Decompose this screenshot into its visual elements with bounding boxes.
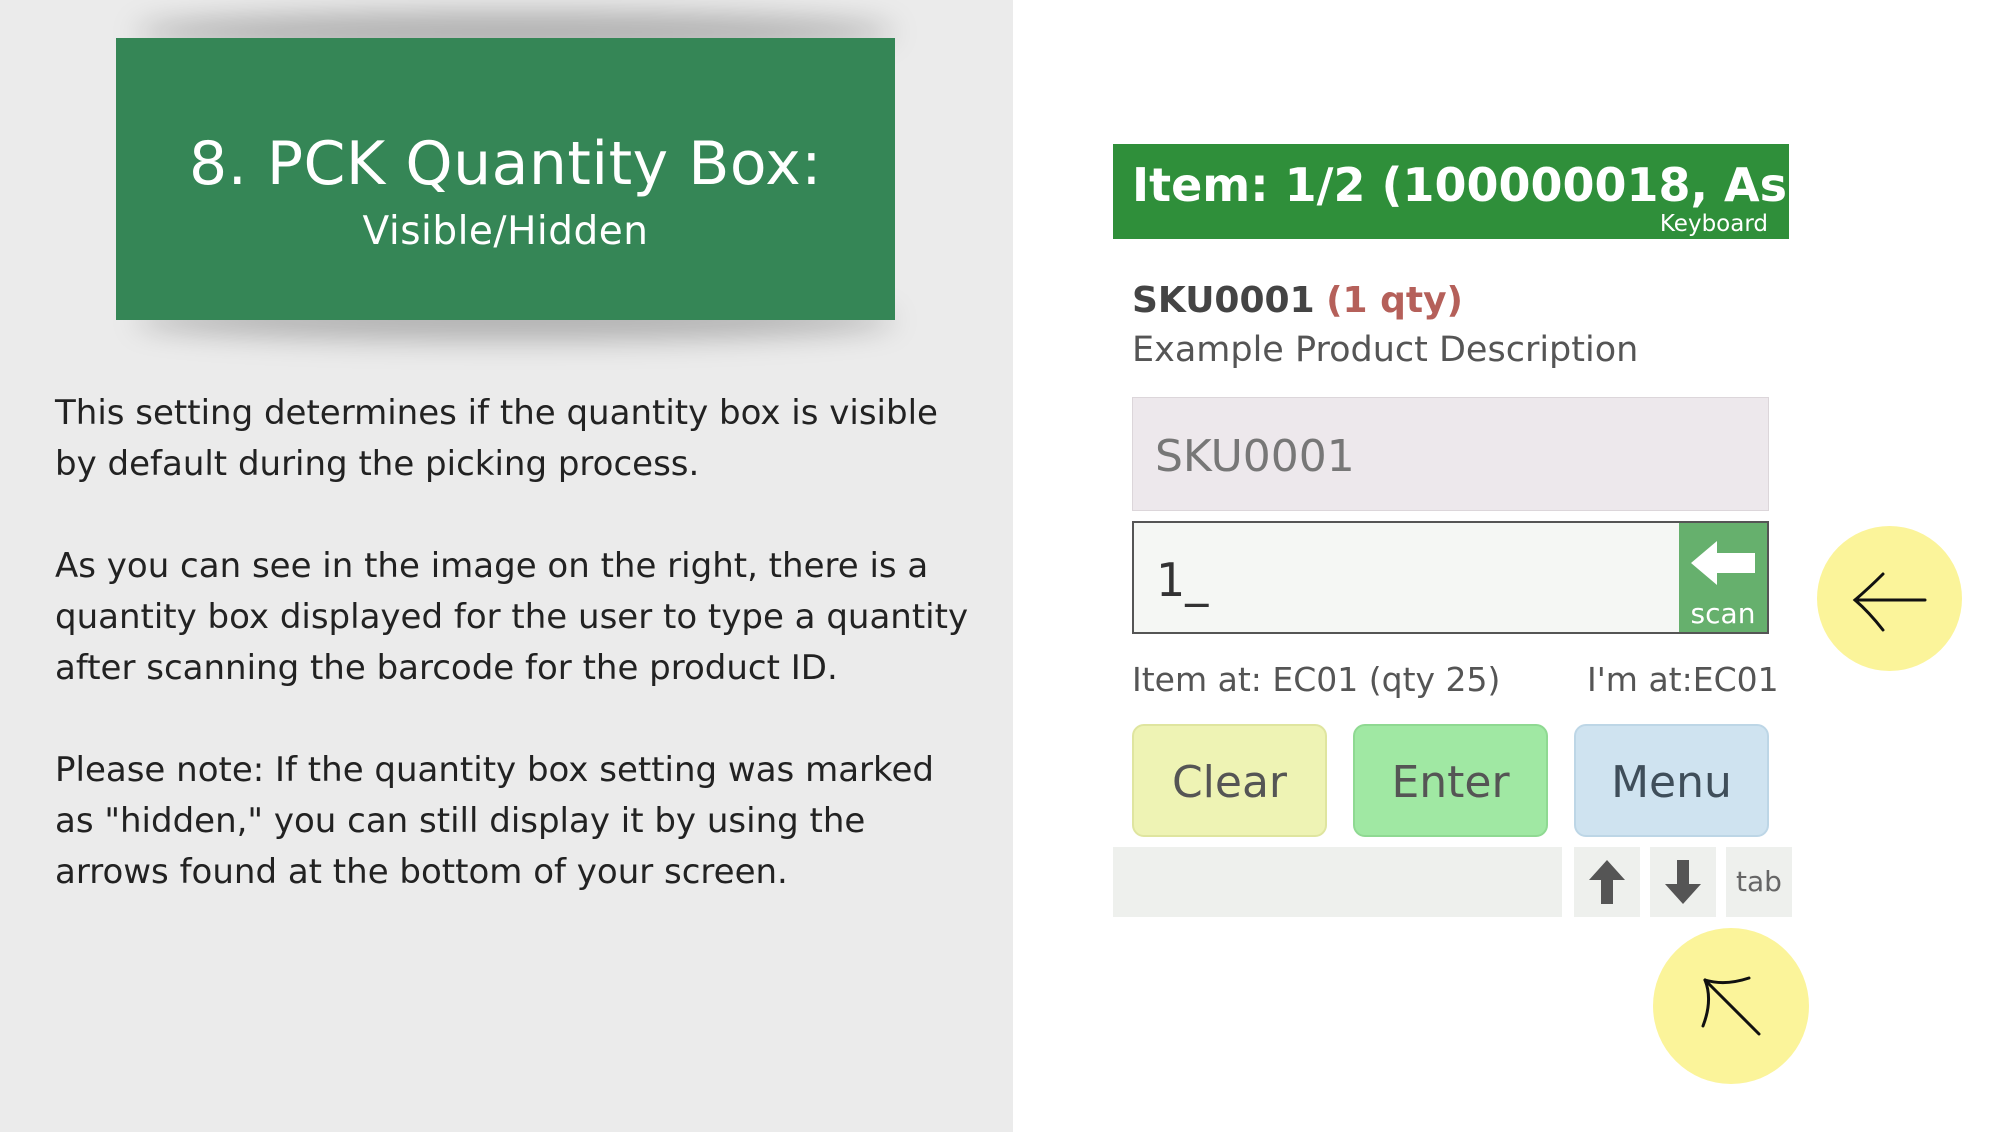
menu-button[interactable]: Menu (1574, 724, 1769, 837)
sku-line: SKU0001 (1 qty) (1132, 280, 1463, 321)
quantity-input[interactable]: 1_ (1132, 521, 1679, 634)
scan-label: scan (1690, 597, 1756, 630)
arrow-up-left-icon (1701, 976, 1761, 1036)
callout-arrow-buttons (1653, 928, 1809, 1084)
sku-code: SKU0001 (1132, 280, 1315, 321)
enter-button[interactable]: Enter (1353, 724, 1548, 837)
title-box: 8. PCK Quantity Box: Visible/Hidden (116, 38, 895, 320)
description-paragraph-2: As you can see in the image on the right… (55, 546, 969, 688)
callout-quantity-box (1817, 526, 1962, 671)
slide-subtitle: Visible/Hidden (362, 209, 649, 254)
item-header-bar: Item: 1/2 (100000018, Ash Keyboard (1113, 144, 1789, 239)
keyboard-link[interactable]: Keyboard (1660, 211, 1768, 237)
arrow-up-button[interactable] (1574, 847, 1640, 917)
current-location: I'm at:EC01 (1587, 660, 1779, 699)
left-panel: 8. PCK Quantity Box: Visible/Hidden This… (0, 0, 1013, 1132)
back-arrow-icon (1691, 541, 1755, 585)
arrow-up-icon (1589, 860, 1625, 904)
item-location: Item at: EC01 (qty 25) (1132, 660, 1501, 699)
description: This setting determines if the quantity … (55, 388, 975, 949)
sku-scan-field[interactable]: SKU0001 (1132, 397, 1769, 511)
arrow-down-button[interactable] (1650, 847, 1716, 917)
product-description: Example Product Description (1132, 330, 1639, 370)
sku-qty: (1 qty) (1326, 280, 1464, 321)
slide: 8. PCK Quantity Box: Visible/Hidden This… (0, 0, 2002, 1132)
scan-button[interactable]: scan (1679, 521, 1769, 634)
item-header-title: Item: 1/2 (100000018, Ash (1132, 158, 1789, 212)
description-paragraph-1: This setting determines if the quantity … (55, 393, 938, 484)
arrow-left-icon (1852, 572, 1927, 632)
tab-button[interactable]: tab (1726, 847, 1792, 917)
slide-title: 8. PCK Quantity Box: (189, 129, 822, 199)
bottom-toolbar (1113, 847, 1562, 917)
clear-button[interactable]: Clear (1132, 724, 1327, 837)
description-paragraph-3: Please note: If the quantity box setting… (55, 750, 934, 892)
arrow-down-icon (1665, 860, 1701, 904)
